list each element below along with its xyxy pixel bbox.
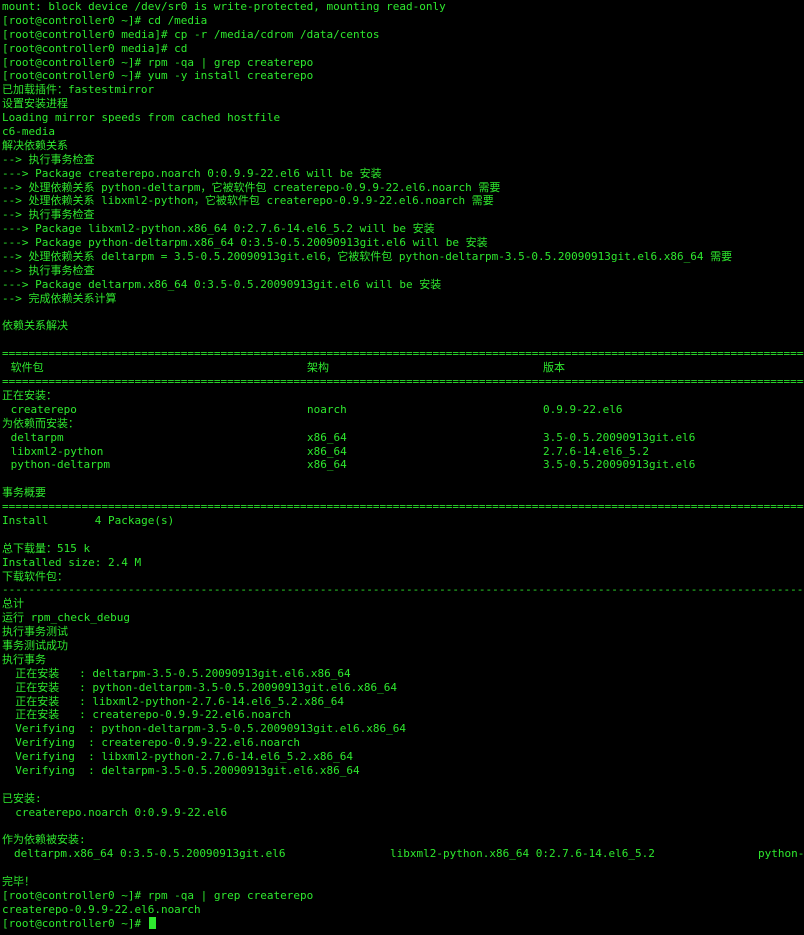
output-line: 正在安装 : createrepo-0.9.9-22.el6.noarch — [2, 708, 292, 722]
output-line: 运行 rpm_check_debug — [2, 611, 130, 625]
package-arch: x86_64 — [307, 430, 347, 444]
output-line: Loading mirror speeds from cached hostfi… — [2, 111, 281, 125]
output-line: 正在安装 : deltarpm-3.5-0.5.20090913git.el6.… — [2, 666, 351, 680]
output-line: 作为依赖被安装: — [2, 833, 86, 847]
output-line: --> 处理依赖关系 python-deltarpm，它被软件包 creater… — [2, 180, 501, 194]
output-line: --> 执行事务检查 — [2, 263, 95, 277]
separator-line: ========================================… — [2, 500, 804, 514]
text-cursor — [148, 916, 156, 929]
output-line: 已安装: — [2, 791, 42, 805]
output-end: 完毕！ [root@controller0 ~]# rpm -qa | grep… — [2, 861, 804, 930]
output-line: Install 4 Package(s) — [2, 513, 175, 527]
package-table: 软件包 架构 版本 ==============================… — [2, 361, 804, 472]
header-arch: 架构 — [307, 361, 329, 375]
output-line: Verifying : libxml2-python-2.7.6-14.el6_… — [2, 750, 353, 764]
output-line: 下载软件包： — [2, 569, 68, 583]
package-version: 3.5-0.5.20090913git.el6 — [543, 430, 696, 444]
output-line: --> 处理依赖关系 libxml2-python，它被软件包 createre… — [2, 194, 494, 208]
shell-prompt: [root@controller0 ~]# — [2, 916, 148, 930]
output-line: --> 执行事务检查 — [2, 152, 95, 166]
output-line: [root@controller0 ~]# rpm -qa | grep cre… — [2, 889, 314, 902]
output-line: Verifying : deltarpm-3.5-0.5.20090913git… — [2, 763, 360, 777]
installing-label: 正在安装： — [2, 388, 57, 402]
output-top: mount: block device /dev/sr0 is write-pr… — [2, 0, 804, 361]
output-line: mount: block device /dev/sr0 is write-pr… — [2, 0, 446, 13]
output-line: --> 执行事务检查 — [2, 208, 95, 222]
output-line: ---> Package libxml2-python.x86_64 0:2.7… — [2, 222, 435, 236]
table-row: deltarpm x86_64 3.5-0.5.20090913git.el6 — [2, 431, 804, 445]
package-arch: x86_64 — [307, 458, 347, 472]
separator-line: ========================================… — [2, 375, 804, 389]
output-line: 事务概要 — [2, 486, 46, 500]
header-package: 软件包 — [4, 361, 44, 375]
output-line: 已加载插件：fastestmirror — [2, 83, 155, 97]
output-line: 完毕！ — [2, 875, 35, 889]
header-version: 版本 — [543, 361, 565, 375]
package-name: createrepo — [4, 402, 77, 416]
output-line: [root@controller0 media]# cp -r /media/c… — [2, 27, 380, 41]
output-line: [root@controller0 media]# cd — [2, 41, 188, 55]
output-line: ---> Package python-deltarpm.x86_64 0:3.… — [2, 236, 488, 250]
prompt-line[interactable]: [root@controller0 ~]# — [2, 916, 804, 931]
output-line: [root@controller0 ~]# cd /media — [2, 13, 208, 27]
table-row: libxml2-python x86_64 2.7.6-14.el6_5.2 — [2, 445, 804, 459]
output-line: Verifying : python-deltarpm-3.5-0.5.2009… — [2, 722, 406, 736]
separator-line: ========================================… — [2, 347, 804, 361]
dep-installed-item: deltarpm.x86_64 0:3.5-0.5.20090913git.el… — [14, 847, 286, 861]
separator-line: ----------------------------------------… — [2, 583, 804, 597]
output-line: 正在安装 : libxml2-python-2.7.6-14.el6_5.2.x… — [2, 694, 345, 708]
output-line: Verifying : createrepo-0.9.9-22.el6.noar… — [2, 736, 301, 750]
dep-installed-item: libxml2-python.x86_64 0:2.7.6-14.el6_5.2 — [390, 847, 655, 861]
output-line: createrepo.noarch 0:0.9.9-22.el6 — [2, 805, 228, 819]
package-name: python-deltarpm — [4, 458, 110, 472]
terminal-window[interactable]: mount: block device /dev/sr0 is write-pr… — [0, 0, 804, 935]
output-line: --> 完成依赖关系计算 — [2, 291, 117, 305]
output-line: [root@controller0 ~]# rpm -qa | grep cre… — [2, 55, 314, 69]
deps-label: 为依赖而安装： — [2, 416, 79, 430]
output-line: 正在安装 : python-deltarpm-3.5-0.5.20090913g… — [2, 680, 397, 694]
output-summary: 事务概要 ===================================… — [2, 472, 804, 861]
package-version: 3.5-0.5.20090913git.el6 — [543, 458, 696, 472]
dep-installed-item: python- — [758, 847, 804, 861]
output-line: 执行事务 — [2, 652, 46, 666]
output-line: 总下载量：515 k — [2, 541, 91, 555]
output-line: ---> Package createrepo.noarch 0:0.9.9-2… — [2, 166, 382, 180]
output-line: 事务测试成功 — [2, 638, 68, 652]
package-name: libxml2-python — [4, 444, 104, 458]
output-line: c6-media — [2, 125, 55, 139]
output-line: createrepo-0.9.9-22.el6.noarch — [2, 902, 201, 916]
package-arch: x86_64 — [307, 444, 347, 458]
package-version: 2.7.6-14.el6_5.2 — [543, 444, 649, 458]
package-name: deltarpm — [4, 430, 64, 444]
package-arch: noarch — [307, 402, 347, 416]
dep-installed-row: deltarpm.x86_64 0:3.5-0.5.20090913git.el… — [2, 847, 804, 861]
table-header: 软件包 架构 版本 — [2, 361, 804, 375]
table-row: createrepo noarch 0.9.9-22.el6 — [2, 403, 804, 417]
output-line: ---> Package deltarpm.x86_64 0:3.5-0.5.2… — [2, 277, 442, 291]
output-line: 解决依赖关系 — [2, 138, 68, 152]
output-line: --> 处理依赖关系 deltarpm = 3.5-0.5.20090913gi… — [2, 250, 733, 264]
table-row: python-deltarpm x86_64 3.5-0.5.20090913g… — [2, 458, 804, 472]
output-line: [root@controller0 ~]# yum -y install cre… — [2, 69, 314, 83]
output-line: 执行事务测试 — [2, 625, 68, 639]
output-line: 依赖关系解决 — [2, 319, 68, 333]
output-line: Installed size: 2.4 M — [2, 555, 142, 569]
output-line: 设置安装进程 — [2, 97, 68, 111]
package-version: 0.9.9-22.el6 — [543, 402, 623, 416]
output-line: 总计 — [2, 597, 24, 611]
